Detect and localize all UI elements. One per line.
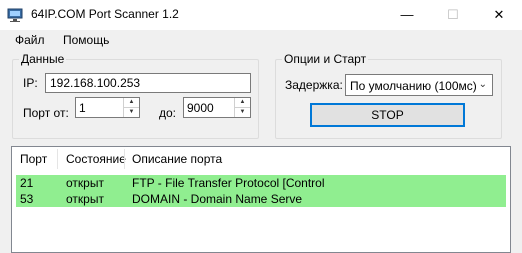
stop-button[interactable]: STOP (310, 103, 465, 127)
port-from-label: Порт от: (23, 106, 69, 120)
menu-help[interactable]: Помощь (63, 33, 109, 47)
column-header-description[interactable]: Описание порта (124, 147, 364, 171)
maximize-button[interactable]: ☐ (430, 0, 476, 30)
column-header-port[interactable]: Порт (12, 147, 56, 171)
spin-down-icon[interactable]: ▼ (235, 108, 250, 117)
options-group: Опции и Старт Задержка: По умолчанию (10… (275, 52, 502, 139)
results-list[interactable]: Порт Состояние Описание порта 21 открыт … (11, 146, 511, 253)
column-header-state[interactable]: Состояние (58, 147, 126, 171)
delay-label: Задержка: (285, 78, 343, 92)
port-from-stepper[interactable]: 1 ▲ ▼ (75, 97, 140, 118)
port-to-stepper[interactable]: 9000 ▲ ▼ (183, 97, 251, 118)
network-icon (7, 7, 23, 23)
title-bar: 64IP.COM Port Scanner 1.2 — ☐ ✕ (0, 0, 522, 30)
row-port: 21 (20, 176, 34, 190)
menu-file[interactable]: Файл (15, 33, 45, 47)
window-title: 64IP.COM Port Scanner 1.2 (31, 7, 179, 21)
row-state: открыт (66, 176, 104, 190)
data-group: Данные IP: 192.168.100.253 Порт от: 1 ▲ … (12, 52, 259, 139)
port-from-value: 1 (79, 101, 86, 115)
table-row[interactable]: 53 открыт DOMAIN - Domain Name Serve (16, 191, 506, 207)
spin-up-icon[interactable]: ▲ (124, 98, 139, 108)
port-to-spin-arrows[interactable]: ▲ ▼ (234, 98, 250, 117)
row-description: FTP - File Transfer Protocol [Control (132, 176, 325, 190)
table-row[interactable]: 21 открыт FTP - File Transfer Protocol [… (16, 175, 506, 191)
port-to-value: 9000 (187, 101, 214, 115)
close-button[interactable]: ✕ (476, 0, 522, 30)
row-description: DOMAIN - Domain Name Serve (132, 192, 303, 206)
data-group-legend: Данные (19, 52, 67, 66)
spin-down-icon[interactable]: ▼ (124, 108, 139, 117)
row-port: 53 (20, 192, 34, 206)
spin-up-icon[interactable]: ▲ (235, 98, 250, 108)
chevron-down-icon: ⌄ (478, 79, 487, 90)
options-group-legend: Опции и Старт (282, 52, 369, 66)
row-state: открыт (66, 192, 104, 206)
menu-bar: Файл Помощь (0, 30, 522, 50)
minimize-button[interactable]: — (384, 0, 430, 30)
ip-input[interactable]: 192.168.100.253 (45, 73, 251, 93)
ip-label: IP: (23, 76, 38, 90)
port-to-label: до: (159, 106, 177, 120)
port-from-spin-arrows[interactable]: ▲ ▼ (123, 98, 139, 117)
delay-value: По умолчанию (100мс) (350, 79, 477, 93)
delay-select[interactable]: По умолчанию (100мс) ⌄ (345, 74, 493, 96)
